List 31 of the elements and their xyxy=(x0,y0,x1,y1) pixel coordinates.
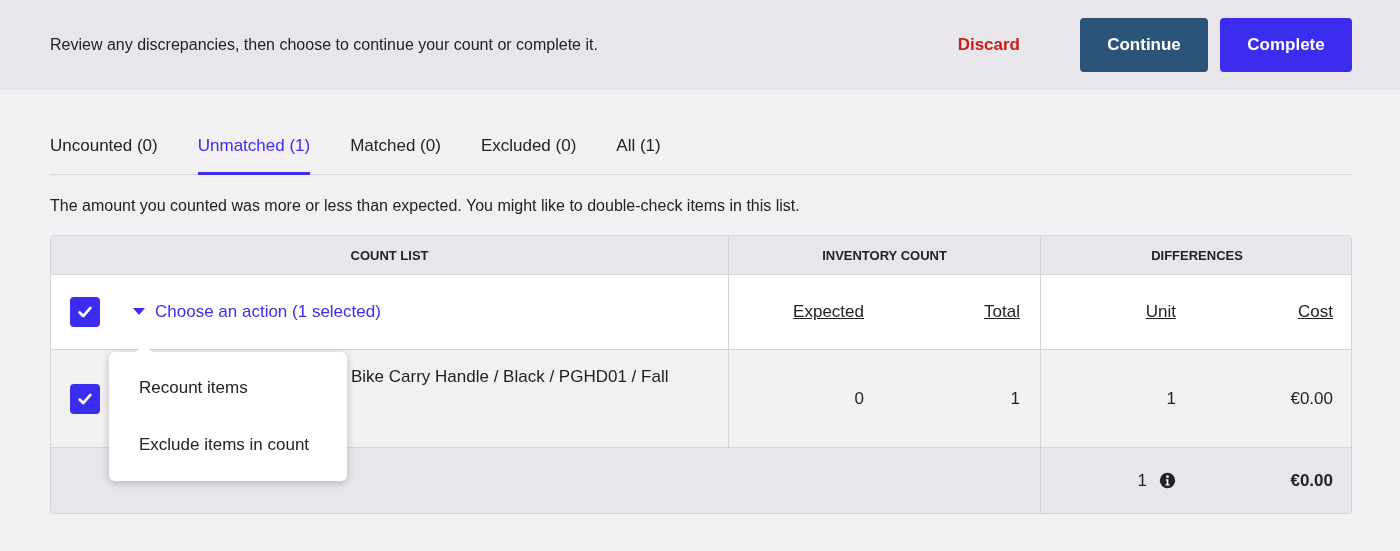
total-cost: €0.00 xyxy=(1290,470,1333,491)
table-cell: 1 xyxy=(1010,388,1020,409)
column-group-header: DIFFERENCES xyxy=(1040,236,1351,275)
info-icon[interactable] xyxy=(1159,472,1176,489)
total-unit: 1 xyxy=(1137,470,1147,491)
column-group-header: COUNT LIST xyxy=(51,236,728,275)
caret-icon xyxy=(133,308,145,316)
column-header[interactable]: Unit xyxy=(1145,302,1176,322)
table-cell: 0 xyxy=(854,388,864,409)
table-cell: €0.00 xyxy=(1290,388,1333,409)
row-checkbox[interactable] xyxy=(70,383,100,414)
menu-item[interactable]: Recount items xyxy=(109,366,347,410)
filter-tab[interactable]: Excluded (0) xyxy=(480,130,577,175)
table-cell: 1 xyxy=(1166,388,1176,409)
filter-tab[interactable]: All (1) xyxy=(616,130,661,175)
choose-action-dropdown[interactable]: Choose an action (1 selected) xyxy=(133,302,381,322)
column-header[interactable]: Total xyxy=(984,302,1020,322)
header-button[interactable]: Complete xyxy=(1220,18,1352,72)
header-button[interactable]: Discard xyxy=(933,18,1044,72)
filter-tab[interactable]: Uncounted (0) xyxy=(50,130,158,175)
column-header[interactable]: Cost xyxy=(1298,302,1333,322)
column-header[interactable]: Expected xyxy=(793,302,864,322)
header-button[interactable]: Continue xyxy=(1080,18,1208,72)
filter-tab[interactable]: Unmatched (1) xyxy=(197,130,311,175)
item-name: Bike Carry Handle / Black / PGHD01 / Fall xyxy=(351,367,669,387)
menu-item[interactable]: Exclude items in count xyxy=(109,423,347,467)
column-group-header: INVENTORY COUNT xyxy=(728,236,1040,275)
select-all-checkbox[interactable] xyxy=(70,297,100,327)
description-text: The amount you counted was more or less than expected. You might like to double-check items in this list. xyxy=(50,197,801,215)
review-message: Review any discrepancies, then choose to continue your count or complete it. xyxy=(50,36,598,54)
filter-tab[interactable]: Matched (0) xyxy=(350,130,441,175)
